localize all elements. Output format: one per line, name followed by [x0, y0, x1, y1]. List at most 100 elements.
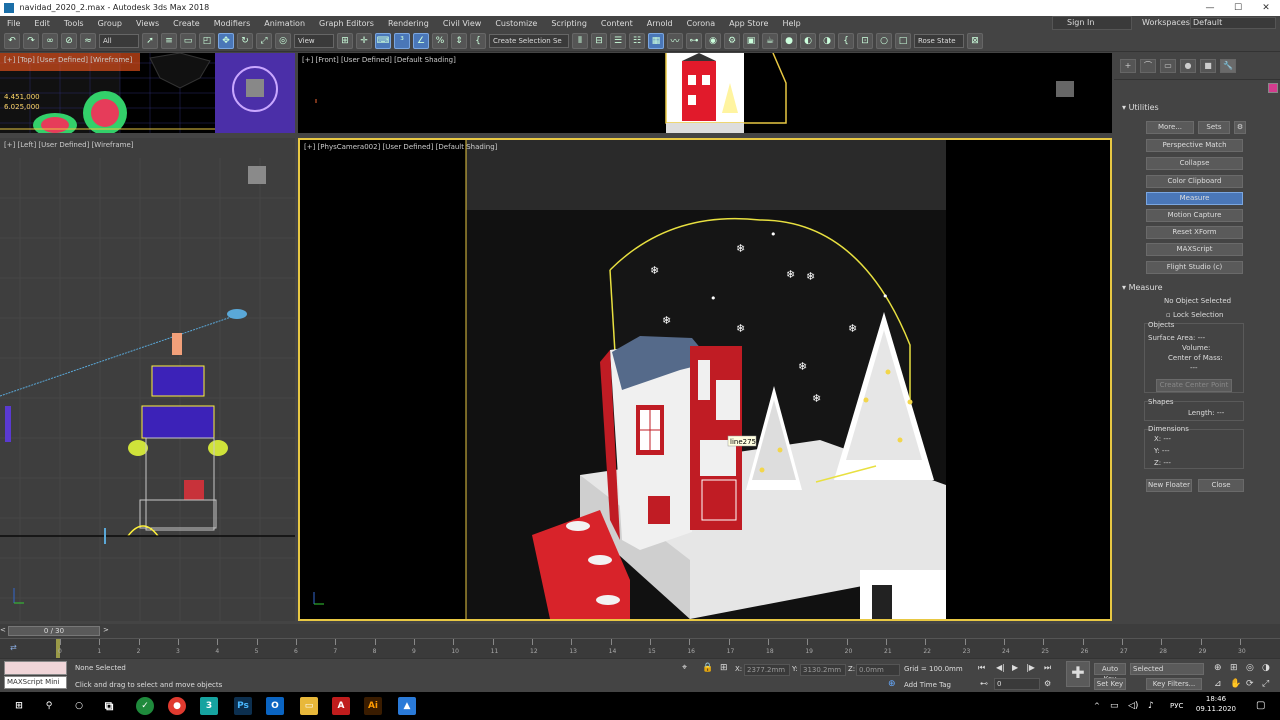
sphere-icon[interactable]: ○	[876, 32, 892, 49]
toggle-layer-explorer-icon[interactable]: ☷	[629, 32, 645, 49]
hierarchy-tab-icon[interactable]: ▭	[1160, 59, 1176, 73]
display-tab-icon[interactable]: ■	[1200, 59, 1216, 73]
utilities-rollout-title[interactable]: ▾ Utilities	[1122, 103, 1159, 112]
go-to-end-icon[interactable]: ⏭	[1044, 663, 1051, 673]
new-floater-button[interactable]: New Floater	[1146, 479, 1192, 492]
menu-file[interactable]: File	[0, 19, 27, 28]
menu-app-store[interactable]: App Store	[722, 19, 775, 28]
curve-editor-icon[interactable]: 〰	[667, 32, 683, 49]
windows-start-icon[interactable]: ⊞	[10, 697, 28, 715]
field-of-view-icon[interactable]: ⊿	[1214, 679, 1222, 689]
menu-help[interactable]: Help	[775, 19, 807, 28]
play-icon[interactable]: ▶	[1012, 663, 1018, 672]
bind-spacewarp-icon[interactable]: ≈	[80, 32, 96, 49]
snap-toggle-2-icon[interactable]: ⊡	[857, 32, 873, 49]
3ds-max-icon[interactable]: 3	[200, 697, 218, 715]
frame-counter[interactable]: 0 / 30	[8, 626, 100, 636]
render-production-icon[interactable]: ☕	[762, 32, 778, 49]
camera-viewport-label[interactable]: [+] [PhysCamera002] [User Defined] [Defa…	[304, 143, 497, 151]
key-filters-button[interactable]: Key Filters...	[1146, 678, 1202, 690]
select-scale-icon[interactable]: ⤢	[256, 32, 272, 49]
rendered-frame-window-icon[interactable]: ▣	[743, 32, 759, 49]
menu-tools[interactable]: Tools	[57, 19, 91, 28]
time-tag-icon[interactable]: ⊕	[888, 679, 896, 689]
absolute-mode-icon[interactable]: ⊞	[720, 663, 728, 673]
top-viewport-label[interactable]: [+] [Top] [User Defined] [Wireframe]	[4, 56, 132, 64]
keyboard-shortcut-icon[interactable]: ⌨	[375, 32, 391, 49]
configure-sets-icon[interactable]: ⚙	[1234, 121, 1246, 134]
select-object-icon[interactable]: ➚	[142, 32, 158, 49]
toggle-scene-explorer-icon[interactable]: ☰	[610, 32, 626, 49]
material-editor-icon[interactable]: ◉	[705, 32, 721, 49]
menu-modifiers[interactable]: Modifiers	[207, 19, 258, 28]
corona-render-icon[interactable]: ◐	[800, 32, 816, 49]
lock-selection-checkbox[interactable]: ▫ Lock Selection	[1166, 311, 1223, 319]
set-key-button[interactable]: Set Key	[1094, 678, 1126, 690]
menu-graph-editors[interactable]: Graph Editors	[312, 19, 381, 28]
previous-frame-icon[interactable]: ◀|	[996, 663, 1005, 672]
chrome-icon[interactable]: ●	[168, 697, 186, 715]
menu-rendering[interactable]: Rendering	[381, 19, 436, 28]
set-key-big-icon[interactable]: ✚	[1066, 661, 1090, 687]
time-slider-prev-icon[interactable]: <	[0, 626, 6, 634]
selection-filter-dropdown[interactable]: All	[99, 33, 139, 48]
tray-network-icon[interactable]: ▭	[1110, 701, 1119, 711]
cube-icon[interactable]: □	[895, 32, 911, 49]
zoom-extents-all-icon[interactable]: ◑	[1262, 663, 1270, 673]
viewport-front[interactable]: [+] [Front] [User Defined] [Default Shad…	[298, 53, 1112, 133]
task-view-icon[interactable]: ⧉	[100, 697, 118, 715]
utility-maxscript[interactable]: MAXScript	[1146, 243, 1243, 256]
time-slider[interactable]: < 0 / 30 >	[0, 624, 1280, 638]
utilities-tab-icon[interactable]: 🔧	[1220, 59, 1236, 73]
minimize-button[interactable]: —	[1196, 0, 1224, 16]
maxscript-mini-listener[interactable]: MAXScript Mini	[4, 676, 67, 689]
menu-scripting[interactable]: Scripting	[544, 19, 594, 28]
utility-reset-xform[interactable]: Reset XForm	[1146, 226, 1243, 239]
zoom-icon[interactable]: ⊕	[1214, 663, 1222, 673]
orbit-icon[interactable]: ⟳	[1246, 679, 1254, 689]
utility-motion-capture[interactable]: Motion Capture	[1146, 209, 1243, 222]
rect-select-region-icon[interactable]: ▭	[180, 32, 196, 49]
key-mode-icon[interactable]: ⊷	[980, 679, 988, 688]
tray-clock[interactable]: 18:46 09.11.2020	[1196, 694, 1236, 714]
corona-vfb-icon[interactable]: ◑	[819, 32, 835, 49]
bracket-icon[interactable]: {	[838, 32, 854, 49]
maximize-viewport-icon[interactable]: ⤢	[1262, 679, 1269, 689]
named-selection-dropdown[interactable]: Create Selection Se	[489, 33, 569, 48]
workspaces-dropdown[interactable]: Default	[1190, 17, 1276, 29]
tray-volume-icon[interactable]: ◁)	[1128, 701, 1138, 711]
maxscript-listener-input[interactable]	[4, 661, 67, 675]
align-icon[interactable]: ⊟	[591, 32, 607, 49]
create-center-point-button[interactable]: Create Center Point	[1156, 379, 1232, 392]
zoom-extents-icon[interactable]: ◎	[1246, 663, 1254, 673]
isolate-selection-icon[interactable]: ⌖	[682, 663, 687, 673]
time-configuration-icon[interactable]: ⚙	[1044, 679, 1051, 688]
manipulate-icon[interactable]: ✛	[356, 32, 372, 49]
search-icon[interactable]: ⚲	[40, 697, 58, 715]
time-slider-next-icon[interactable]: >	[103, 626, 109, 634]
more-button[interactable]: More...	[1146, 121, 1194, 134]
toggle-ribbon-icon[interactable]: ▦	[648, 32, 664, 49]
zoom-all-icon[interactable]: ⊞	[1230, 663, 1238, 673]
unlink-icon[interactable]: ⊘	[61, 32, 77, 49]
photoshop-icon[interactable]: Ps	[234, 697, 252, 715]
pan-icon[interactable]: ✋	[1230, 679, 1241, 689]
reference-coord-dropdown[interactable]: View	[294, 33, 334, 48]
close-measure-button[interactable]: Close	[1198, 479, 1244, 492]
utility-color-clipboard[interactable]: Color Clipboard	[1146, 175, 1243, 188]
compact-toolbar-icon[interactable]: ⊠	[967, 32, 983, 49]
menu-group[interactable]: Group	[91, 19, 129, 28]
window-crossing-icon[interactable]: ◰	[199, 32, 215, 49]
modify-tab-icon[interactable]: ⌒	[1140, 59, 1156, 73]
viewport-top[interactable]: [+] [Top] [User Defined] [Wireframe] 4.4…	[0, 53, 295, 133]
undo-icon[interactable]: ↶	[4, 32, 20, 49]
placement-icon[interactable]: ◎	[275, 32, 291, 49]
track-bar[interactable]: ⇄ 0 1 2 3 4 5 6 7 8 9 10 11 12 13 14 15 16 17 18 19 20 21 22 23…	[0, 638, 1280, 659]
sets-button[interactable]: Sets	[1198, 121, 1230, 134]
selected-dropdown[interactable]: Selected	[1130, 663, 1204, 675]
tray-language[interactable]: РУС	[1170, 702, 1183, 710]
file-explorer-icon[interactable]: ▭	[300, 697, 318, 715]
create-tab-icon[interactable]: +	[1120, 59, 1136, 73]
render-setup-icon[interactable]: ⚙	[724, 32, 740, 49]
pivot-center-icon[interactable]: ⊞	[337, 32, 353, 49]
